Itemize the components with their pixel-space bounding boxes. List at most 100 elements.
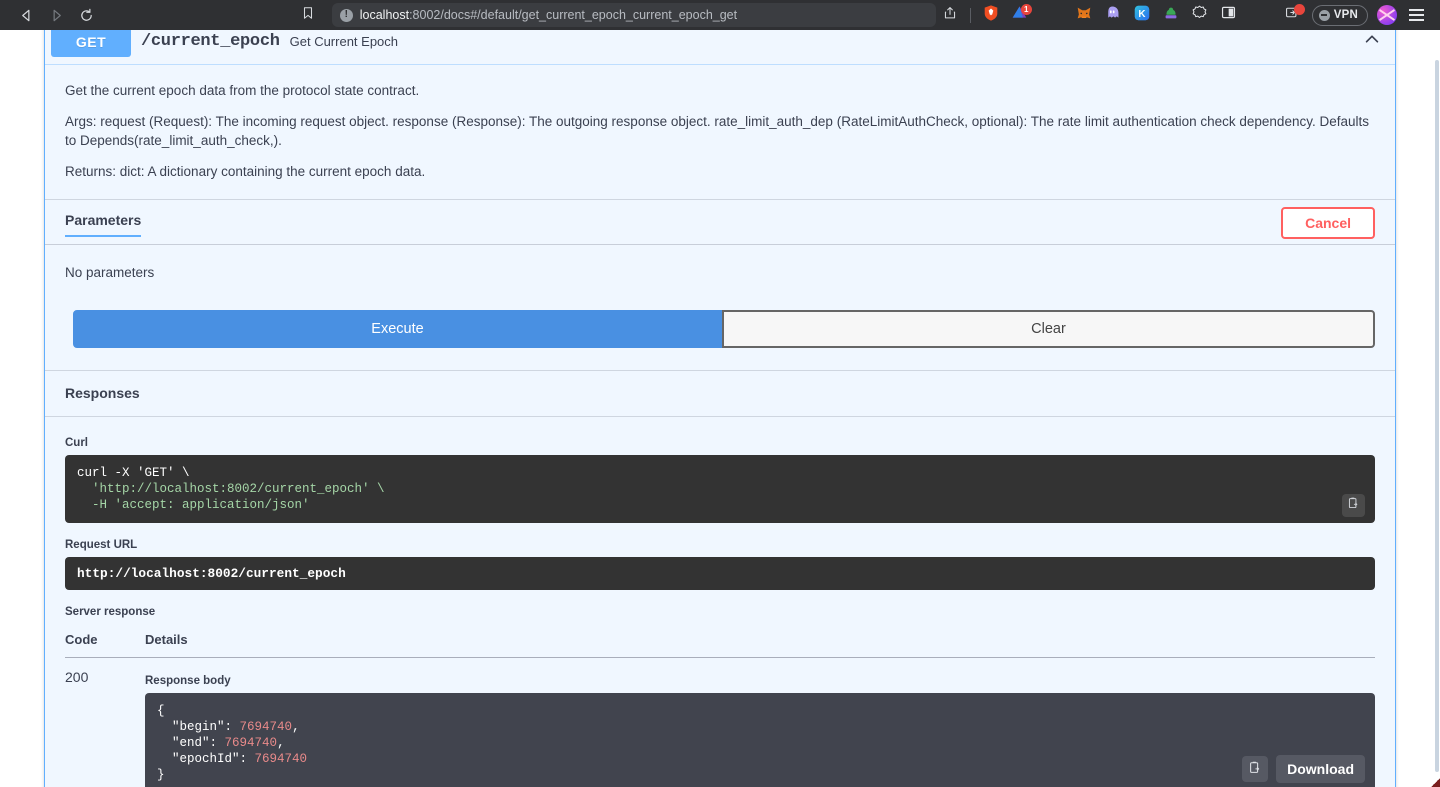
curl-label: Curl [65,437,88,450]
operation-summary-label: Get Current Epoch [289,34,399,49]
leap-extension-button[interactable] [1157,3,1185,27]
toolbar-right-icons: 1 K VPN [936,3,1432,27]
responses-body: Curl curl -X 'GET' \ 'http://localhost:8… [45,417,1395,787]
copy-curl-button[interactable] [1342,494,1365,518]
window-badge [1293,4,1305,15]
page-scrollbar-thumb[interactable] [1435,60,1439,772]
window-restore-button[interactable] [1279,3,1307,27]
bookmark-button[interactable] [296,3,320,27]
puzzle-extension-icon [1191,4,1208,26]
execute-button[interactable]: Execute [73,310,722,349]
clipboard-copy-icon [1347,497,1360,515]
response-body-block: { "begin": 7694740, "end": 7694740, "epo… [145,693,1375,787]
column-header-code: Code [65,624,145,659]
metamask-extension-icon [1075,4,1093,27]
keplr-extension-button[interactable]: K [1128,3,1156,27]
json-key-end: "end": [172,736,218,751]
curl-code-block: curl -X 'GET' \ 'http://localhost:8002/c… [65,455,1375,524]
browser-menu-button[interactable] [1402,3,1430,27]
brave-shield-lion-icon [982,4,1000,27]
browser-toolbar: ! localhost:8002/docs#/default/get_curre… [0,0,1440,30]
vpn-label: VPN [1333,9,1358,21]
notification-badge: 1 [1020,4,1032,15]
toolbar-divider [969,7,971,23]
share-upload-icon [943,6,957,25]
response-body-json: { "begin": 7694740, "end": 7694740, "epo… [157,703,1363,783]
json-close-brace: } [157,768,165,783]
download-button[interactable]: Download [1276,755,1365,784]
notification-button[interactable]: 1 [1006,3,1034,27]
swagger-ui-content: GET /current_epoch Get Current Epoch Get… [44,30,1396,787]
puzzle-extension-button[interactable] [1186,3,1214,27]
back-arrow-icon [19,8,34,23]
operation-description: Get the current epoch data from the prot… [45,65,1395,201]
server-response-table: Code Details 200 Response body { "begin"… [65,624,1375,787]
json-comma-0: , [292,720,300,735]
svg-text:K: K [1138,9,1146,20]
vpn-status-icon [1318,9,1330,21]
address-bar[interactable]: ! localhost:8002/docs#/default/get_curre… [331,3,936,27]
table-row: 200 Response body { "begin": 7694740, "e… [65,658,1375,787]
profile-avatar-orb [1377,5,1397,25]
hamburger-menu-icon [1408,9,1424,21]
column-header-details: Details [145,624,1375,659]
curl-code-text: curl -X 'GET' \ 'http://localhost:8002/c… [77,465,1363,513]
request-url-value: http://localhost:8002/current_epoch [77,566,346,582]
chevron-up-icon [1363,30,1381,53]
curl-line-3: -H 'accept: application/json' [77,498,310,513]
forward-button[interactable] [42,3,70,27]
operation-summary[interactable]: GET /current_epoch Get Current Epoch [45,30,1395,65]
address-bar-text: localhost:8002/docs#/default/get_current… [360,8,737,22]
clear-button[interactable]: Clear [722,310,1375,349]
operation-body: Get the current epoch data from the prot… [45,65,1395,787]
profile-button[interactable] [1373,3,1401,27]
responses-title: Responses [65,385,140,402]
clipboard-copy-icon [1248,761,1262,778]
server-response-label: Server response [65,606,156,619]
collapse-operation-button[interactable] [1359,30,1385,55]
http-method-badge: GET [51,30,131,57]
split-view-button[interactable] [1215,3,1243,27]
operation-block: GET /current_epoch Get Current Epoch Get… [44,30,1396,787]
table-header-row: Code Details [65,624,1375,659]
site-info-icon[interactable]: ! [339,8,353,22]
metamask-extension-button[interactable] [1070,3,1098,27]
json-comma-1: , [277,736,285,751]
copy-response-button[interactable] [1242,756,1269,783]
request-url-label: Request URL [65,539,138,552]
curl-line-2: 'http://localhost:8002/current_epoch' \ [77,482,385,497]
response-details-cell: Response body { "begin": 7694740, "end":… [145,658,1375,787]
phantom-extension-button[interactable] [1099,3,1127,27]
parameters-title: Parameters [65,212,142,238]
description-paragraph-3: Returns: dict: A dictionary containing t… [65,163,426,179]
forward-arrow-icon [49,8,64,23]
brave-shields-button[interactable] [977,3,1005,27]
request-url-block: http://localhost:8002/current_epoch [65,557,1375,591]
json-value-begin: 7694740 [239,720,293,735]
share-button[interactable] [936,3,964,27]
reload-icon [79,8,94,23]
navigation-buttons [12,3,100,27]
page-viewport: GET /current_epoch Get Current Epoch Get… [0,30,1440,787]
back-button[interactable] [12,3,40,27]
url-host: localhost [359,8,410,22]
phantom-extension-icon [1104,4,1121,26]
response-code: 200 [65,669,89,686]
json-value-epochid: 7694740 [254,752,308,767]
leap-extension-icon [1162,4,1180,27]
execute-row: Execute Clear [45,280,1395,371]
vpn-button[interactable]: VPN [1311,4,1368,26]
parameters-header: Parameters Cancel [45,200,1395,245]
response-body-label: Response body [145,675,231,688]
page-scrollbar[interactable] [1434,60,1440,787]
description-paragraph-1: Get the current epoch data from the prot… [65,83,420,98]
reload-button[interactable] [72,3,100,27]
curl-line-1: curl -X 'GET' \ [77,466,190,481]
bookmark-icon [301,6,315,25]
cancel-button[interactable]: Cancel [1281,207,1375,240]
json-key-epochid: "epochId": [172,752,248,767]
responses-header: Responses [45,370,1395,418]
no-parameters-text: No parameters [45,245,1395,281]
url-path: :8002/docs#/default/get_current_epoch_cu… [409,8,738,22]
keplr-extension-icon: K [1133,4,1151,27]
